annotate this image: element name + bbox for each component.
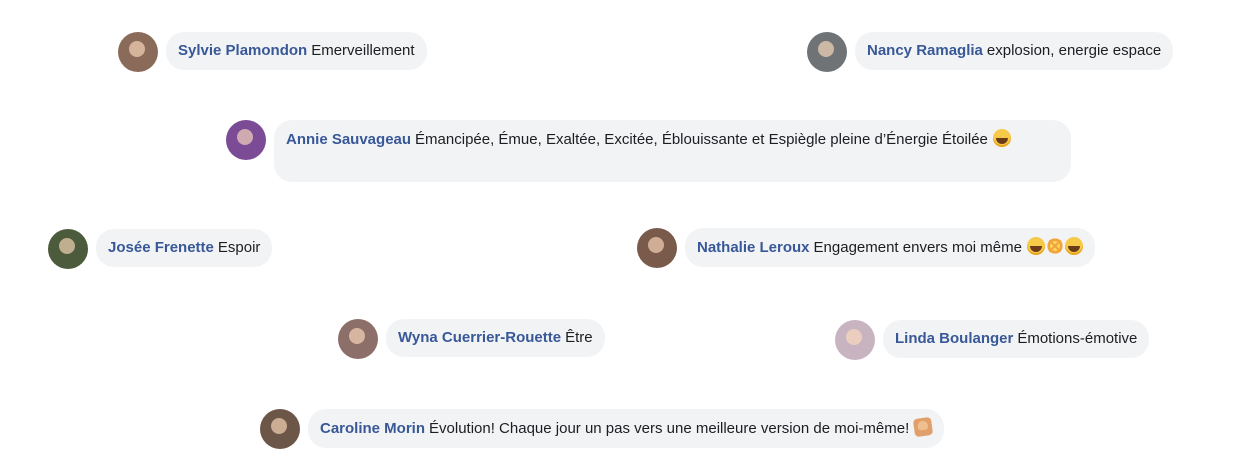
- comment-bubble: Josée Frenette Espoir: [96, 229, 273, 267]
- avatar[interactable]: [260, 409, 300, 449]
- comment-author-link[interactable]: Nathalie Leroux: [697, 239, 810, 256]
- grinning-squinting-face-emoji: [1027, 237, 1046, 255]
- comment-nathalie-leroux: Nathalie Leroux Engagement envers moi mêm…: [637, 228, 1096, 268]
- avatar[interactable]: [637, 228, 677, 268]
- comment-author-link[interactable]: Nancy Ramaglia: [867, 42, 983, 59]
- comment-text: Être: [565, 329, 593, 346]
- comment-text: Engagement envers moi même: [813, 239, 1022, 256]
- comment-bubble: Sylvie Plamondon Emerveillement: [166, 32, 427, 70]
- comment-sylvie-plamondon: Sylvie Plamondon Emerveillement: [118, 32, 427, 72]
- avatar[interactable]: [226, 120, 266, 160]
- grinning-squinting-face-emoji: [1065, 237, 1084, 255]
- avatar[interactable]: [338, 319, 378, 359]
- comment-bubble: Annie Sauvageau Émancipée, Émue, Exaltée,…: [274, 120, 1071, 182]
- avatar[interactable]: [118, 32, 158, 72]
- avatar[interactable]: [835, 320, 875, 360]
- collision-emoji: [1046, 237, 1065, 255]
- comment-nancy-ramaglia: Nancy Ramaglia explosion, energie espace: [807, 32, 1174, 72]
- comment-josee-frenette: Josée Frenette Espoir: [48, 229, 273, 269]
- comment-text: explosion, energie espace: [986, 42, 1162, 59]
- comment-bubble: Wyna Cuerrier-Rouette Être: [386, 319, 605, 357]
- flexed-biceps-emoji: [913, 416, 934, 438]
- comment-text: Émotions-émotive: [1017, 330, 1138, 347]
- comment-text: Espoir: [217, 239, 261, 256]
- comment-linda-boulanger: Linda Boulanger Émotions-émotive: [835, 320, 1150, 360]
- comment-text: Émancipée, Émue, Exaltée, Excitée, Éblou…: [415, 131, 988, 148]
- comment-author-link[interactable]: Caroline Morin: [320, 420, 425, 437]
- comment-bubble: Linda Boulanger Émotions-émotive: [883, 320, 1150, 358]
- comment-author-link[interactable]: Sylvie Plamondon: [178, 42, 307, 59]
- comment-text: Emerveillement: [311, 42, 415, 59]
- grinning-squinting-face-emoji: [993, 129, 1012, 147]
- comment-bubble: Nathalie Leroux Engagement envers moi mêm…: [685, 228, 1096, 267]
- comment-caroline-morin: Caroline Morin Évolution! Chaque jour un …: [260, 409, 945, 449]
- comment-annie-sauvageau: Annie Sauvageau Émancipée, Émue, Exaltée,…: [226, 120, 1071, 182]
- comment-wyna-cuerrier-rouette: Wyna Cuerrier-Rouette Être: [338, 319, 605, 359]
- comment-bubble: Nancy Ramaglia explosion, energie espace: [855, 32, 1174, 70]
- comment-bubble: Caroline Morin Évolution! Chaque jour un …: [308, 409, 945, 448]
- comment-text: Évolution! Chaque jour un pas vers une m…: [429, 420, 910, 437]
- comment-author-link[interactable]: Wyna Cuerrier-Rouette: [398, 329, 561, 346]
- avatar[interactable]: [48, 229, 88, 269]
- avatar[interactable]: [807, 32, 847, 72]
- comment-author-link[interactable]: Annie Sauvageau: [286, 131, 411, 148]
- comment-author-link[interactable]: Josée Frenette: [108, 239, 214, 256]
- comment-author-link[interactable]: Linda Boulanger: [895, 330, 1013, 347]
